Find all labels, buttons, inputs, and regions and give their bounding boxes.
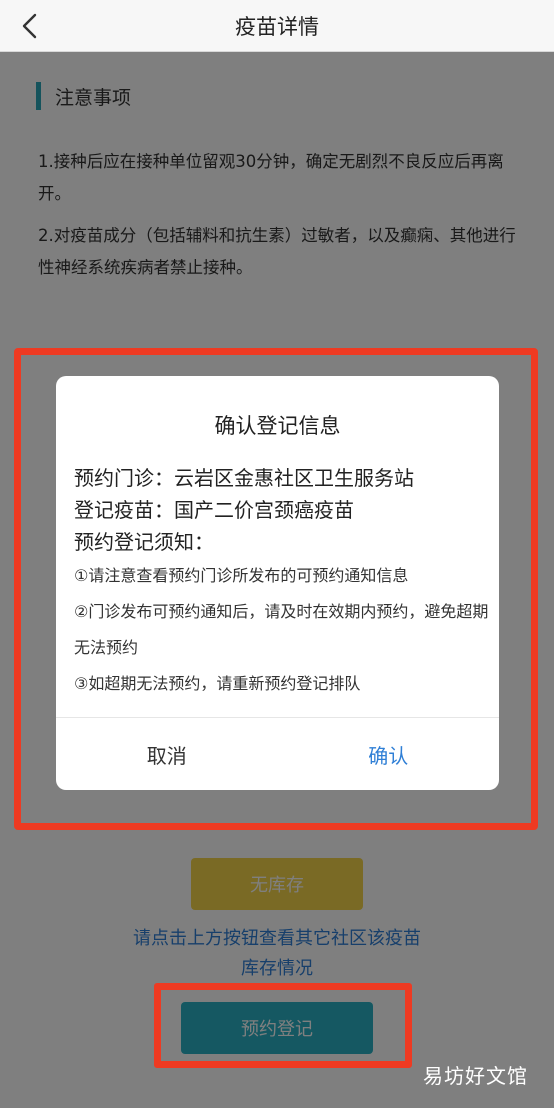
dialog-title: 确认登记信息 [214, 414, 341, 438]
cancel-button[interactable]: 取消 [56, 718, 278, 790]
confirm-dialog: 确认登记信息 预约门诊：云岩区金惠社区卫生服务站 登记疫苗：国产二价宫颈癌疫苗 … [56, 376, 499, 790]
chevron-left-icon [22, 13, 37, 39]
screen: 疫苗详情 注意事项 1.接种后应在接种单位留观30分钟，确定无剧烈不良反应后再离… [0, 0, 554, 1108]
clinic-line: 预约门诊：云岩区金惠社区卫生服务站 [74, 466, 414, 490]
confirm-button[interactable]: 确认 [278, 718, 500, 790]
watermark: 易坊好文馆 [423, 1064, 528, 1088]
dialog-body: 预约门诊：云岩区金惠社区卫生服务站 登记疫苗：国产二价宫颈癌疫苗 预约登记须知：… [74, 462, 489, 702]
vaccine-line: 登记疫苗：国产二价宫颈癌疫苗 [74, 498, 354, 522]
notice-item: ②门诊发布可预约通知后，请及时在效期内预约，避免超期无法预约 [74, 602, 489, 657]
notice-item: ①请注意查看预约门诊所发布的可预约通知信息 [74, 566, 409, 585]
notice-item: ③如超期无法预约，请重新预约登记排队 [74, 674, 361, 693]
page-title: 疫苗详情 [235, 14, 319, 39]
notice-heading: 预约登记须知： [74, 530, 214, 554]
back-button[interactable] [12, 8, 48, 44]
highlight-frame-book-button [154, 983, 412, 1068]
top-nav-bar: 疫苗详情 [0, 0, 554, 52]
dialog-actions: 取消 确认 [56, 717, 499, 790]
